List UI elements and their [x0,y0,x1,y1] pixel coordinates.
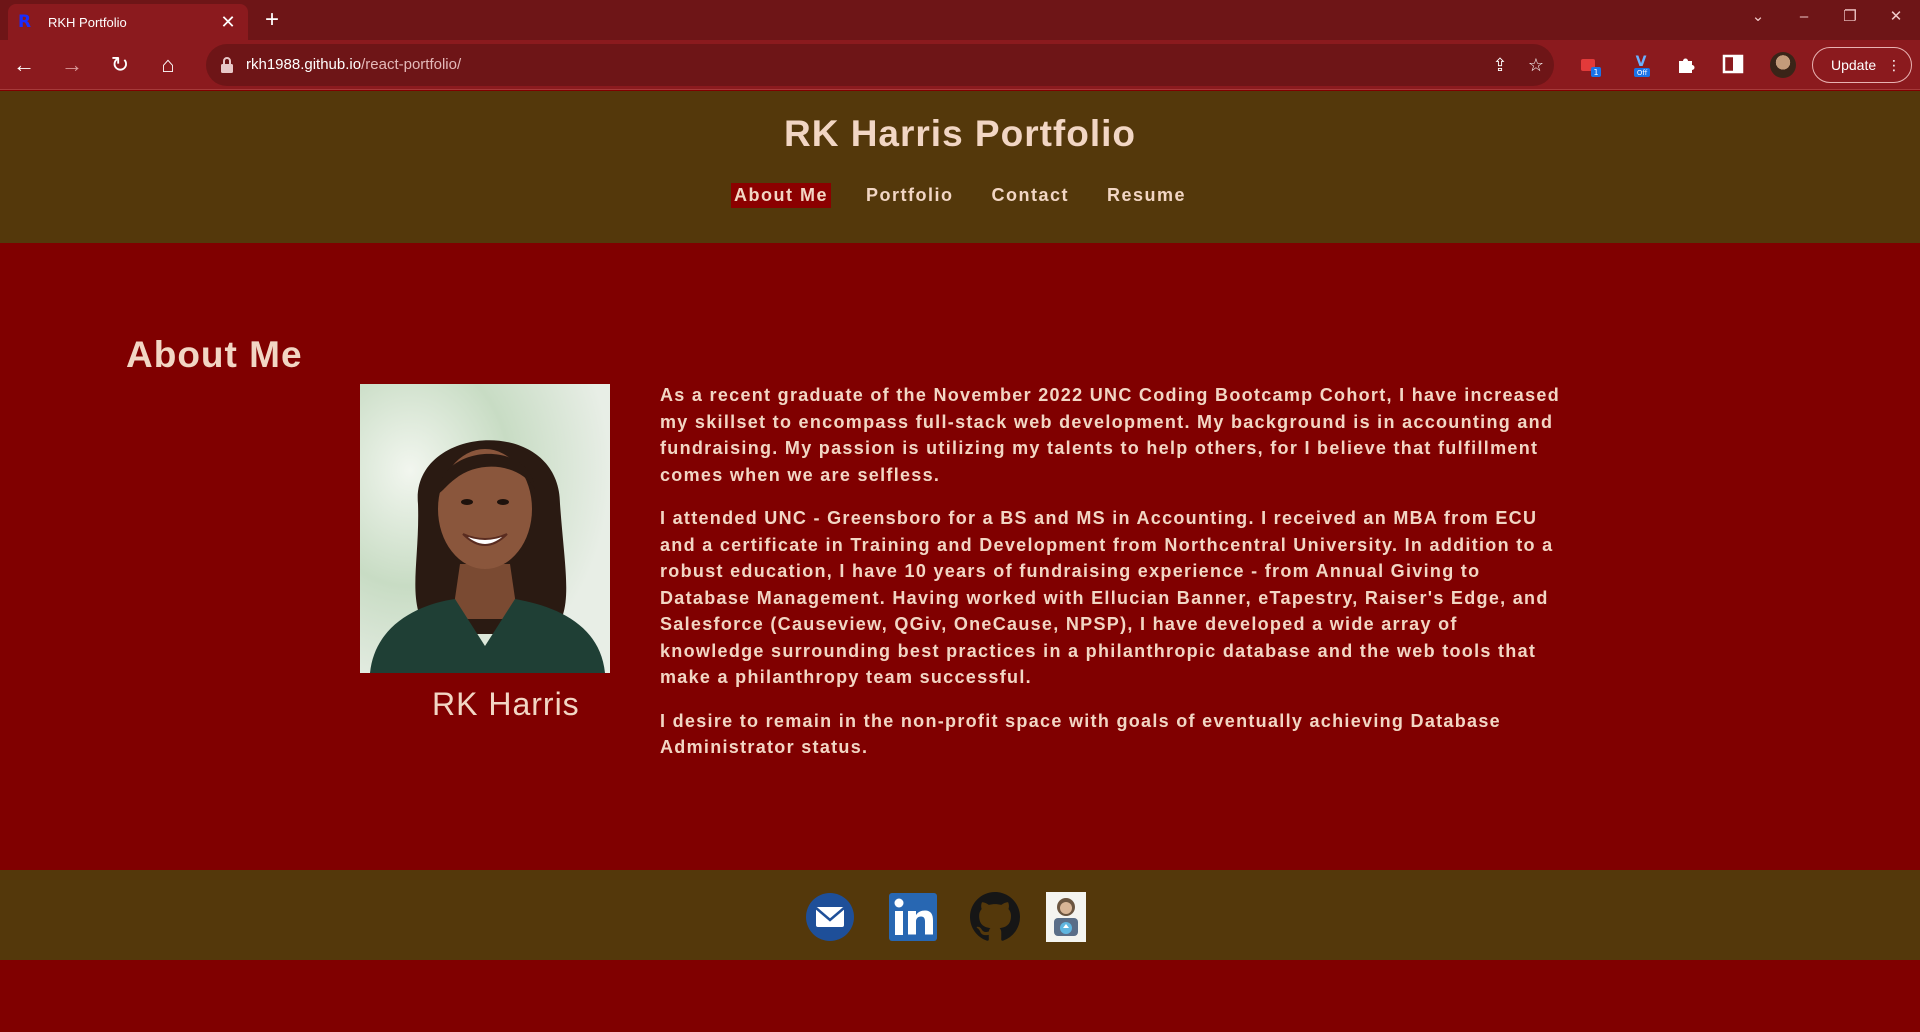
forward-button[interactable]: → [56,49,88,81]
minimize-button[interactable]: – [1784,4,1824,30]
more-menu-icon[interactable]: ⋮ [1887,57,1901,74]
bookmark-star-icon[interactable]: ☆ [1524,53,1548,77]
site-header: RK Harris Portfolio About Me Portfolio C… [0,91,1920,243]
bio-paragraph: As a recent graduate of the November 202… [660,385,1560,485]
puzzle-extensions-icon[interactable] [1674,53,1700,79]
profile-name: RK Harris [432,686,580,722]
vimeo-extension-icon[interactable]: V Off [1628,53,1654,79]
email-icon[interactable] [805,892,855,942]
share-icon[interactable]: ⇪ [1488,53,1512,77]
new-tab-button[interactable]: + [258,6,286,34]
restore-button[interactable]: ❐ [1830,4,1870,30]
close-window-button[interactable]: ✕ [1876,4,1916,30]
site-nav: About Me Portfolio Contact Resume [0,183,1920,208]
back-button[interactable]: ← [8,49,40,81]
profile-avatar[interactable] [1770,52,1796,78]
about-bio: As a recent graduate of the November 202… [660,382,1560,778]
github-icon[interactable] [970,892,1020,942]
address-bar[interactable]: rkh1988.github.io/react-portfolio/ ⇪ ☆ [206,44,1554,86]
close-tab-icon[interactable]: ✕ [218,12,238,32]
nav-contact[interactable]: Contact [988,183,1072,208]
site-favicon-icon: R [18,12,32,32]
tab-search-icon[interactable]: ⌄ [1738,4,1778,30]
nav-about-me[interactable]: About Me [730,183,831,208]
svg-text:V: V [1636,54,1647,70]
update-label: Update [1831,57,1877,73]
nav-resume[interactable]: Resume [1104,183,1189,208]
url-text: rkh1988.github.io/react-portfolio/ [246,56,461,73]
svg-text:Off: Off [1637,69,1648,77]
lock-icon [221,57,233,73]
trailhead-icon[interactable] [1046,892,1086,942]
profile-photo [360,384,610,673]
site-title: RK Harris Portfolio [783,113,1137,154]
nav-portfolio[interactable]: Portfolio [863,183,957,208]
bio-paragraph: I attended UNC - Greensboro for a BS and… [660,508,1554,687]
home-button[interactable]: ⌂ [152,49,184,81]
extension-badge-icon[interactable]: 1 [1578,53,1604,79]
linkedin-icon[interactable] [888,892,938,942]
svg-text:1: 1 [1593,68,1598,77]
browser-tab-bar: R RKH Portfolio ✕ + ⌄ – ❐ ✕ [0,0,1920,40]
url-path: /react-portfolio/ [361,56,462,73]
reload-button[interactable]: ↻ [104,49,136,81]
browser-tab[interactable]: R RKH Portfolio ✕ [8,4,248,40]
bio-paragraph: I desire to remain in the non-profit spa… [660,710,1501,758]
url-host: rkh1988.github.io [246,56,362,73]
site-footer [0,870,1920,960]
tab-title: RKH Portfolio [48,14,127,30]
about-heading: About Me [126,334,303,375]
side-panel-icon[interactable] [1720,53,1746,79]
browser-toolbar: ← → ↻ ⌂ rkh1988.github.io/react-portfoli… [0,40,1920,90]
update-button[interactable]: Update ⋮ [1812,47,1912,83]
